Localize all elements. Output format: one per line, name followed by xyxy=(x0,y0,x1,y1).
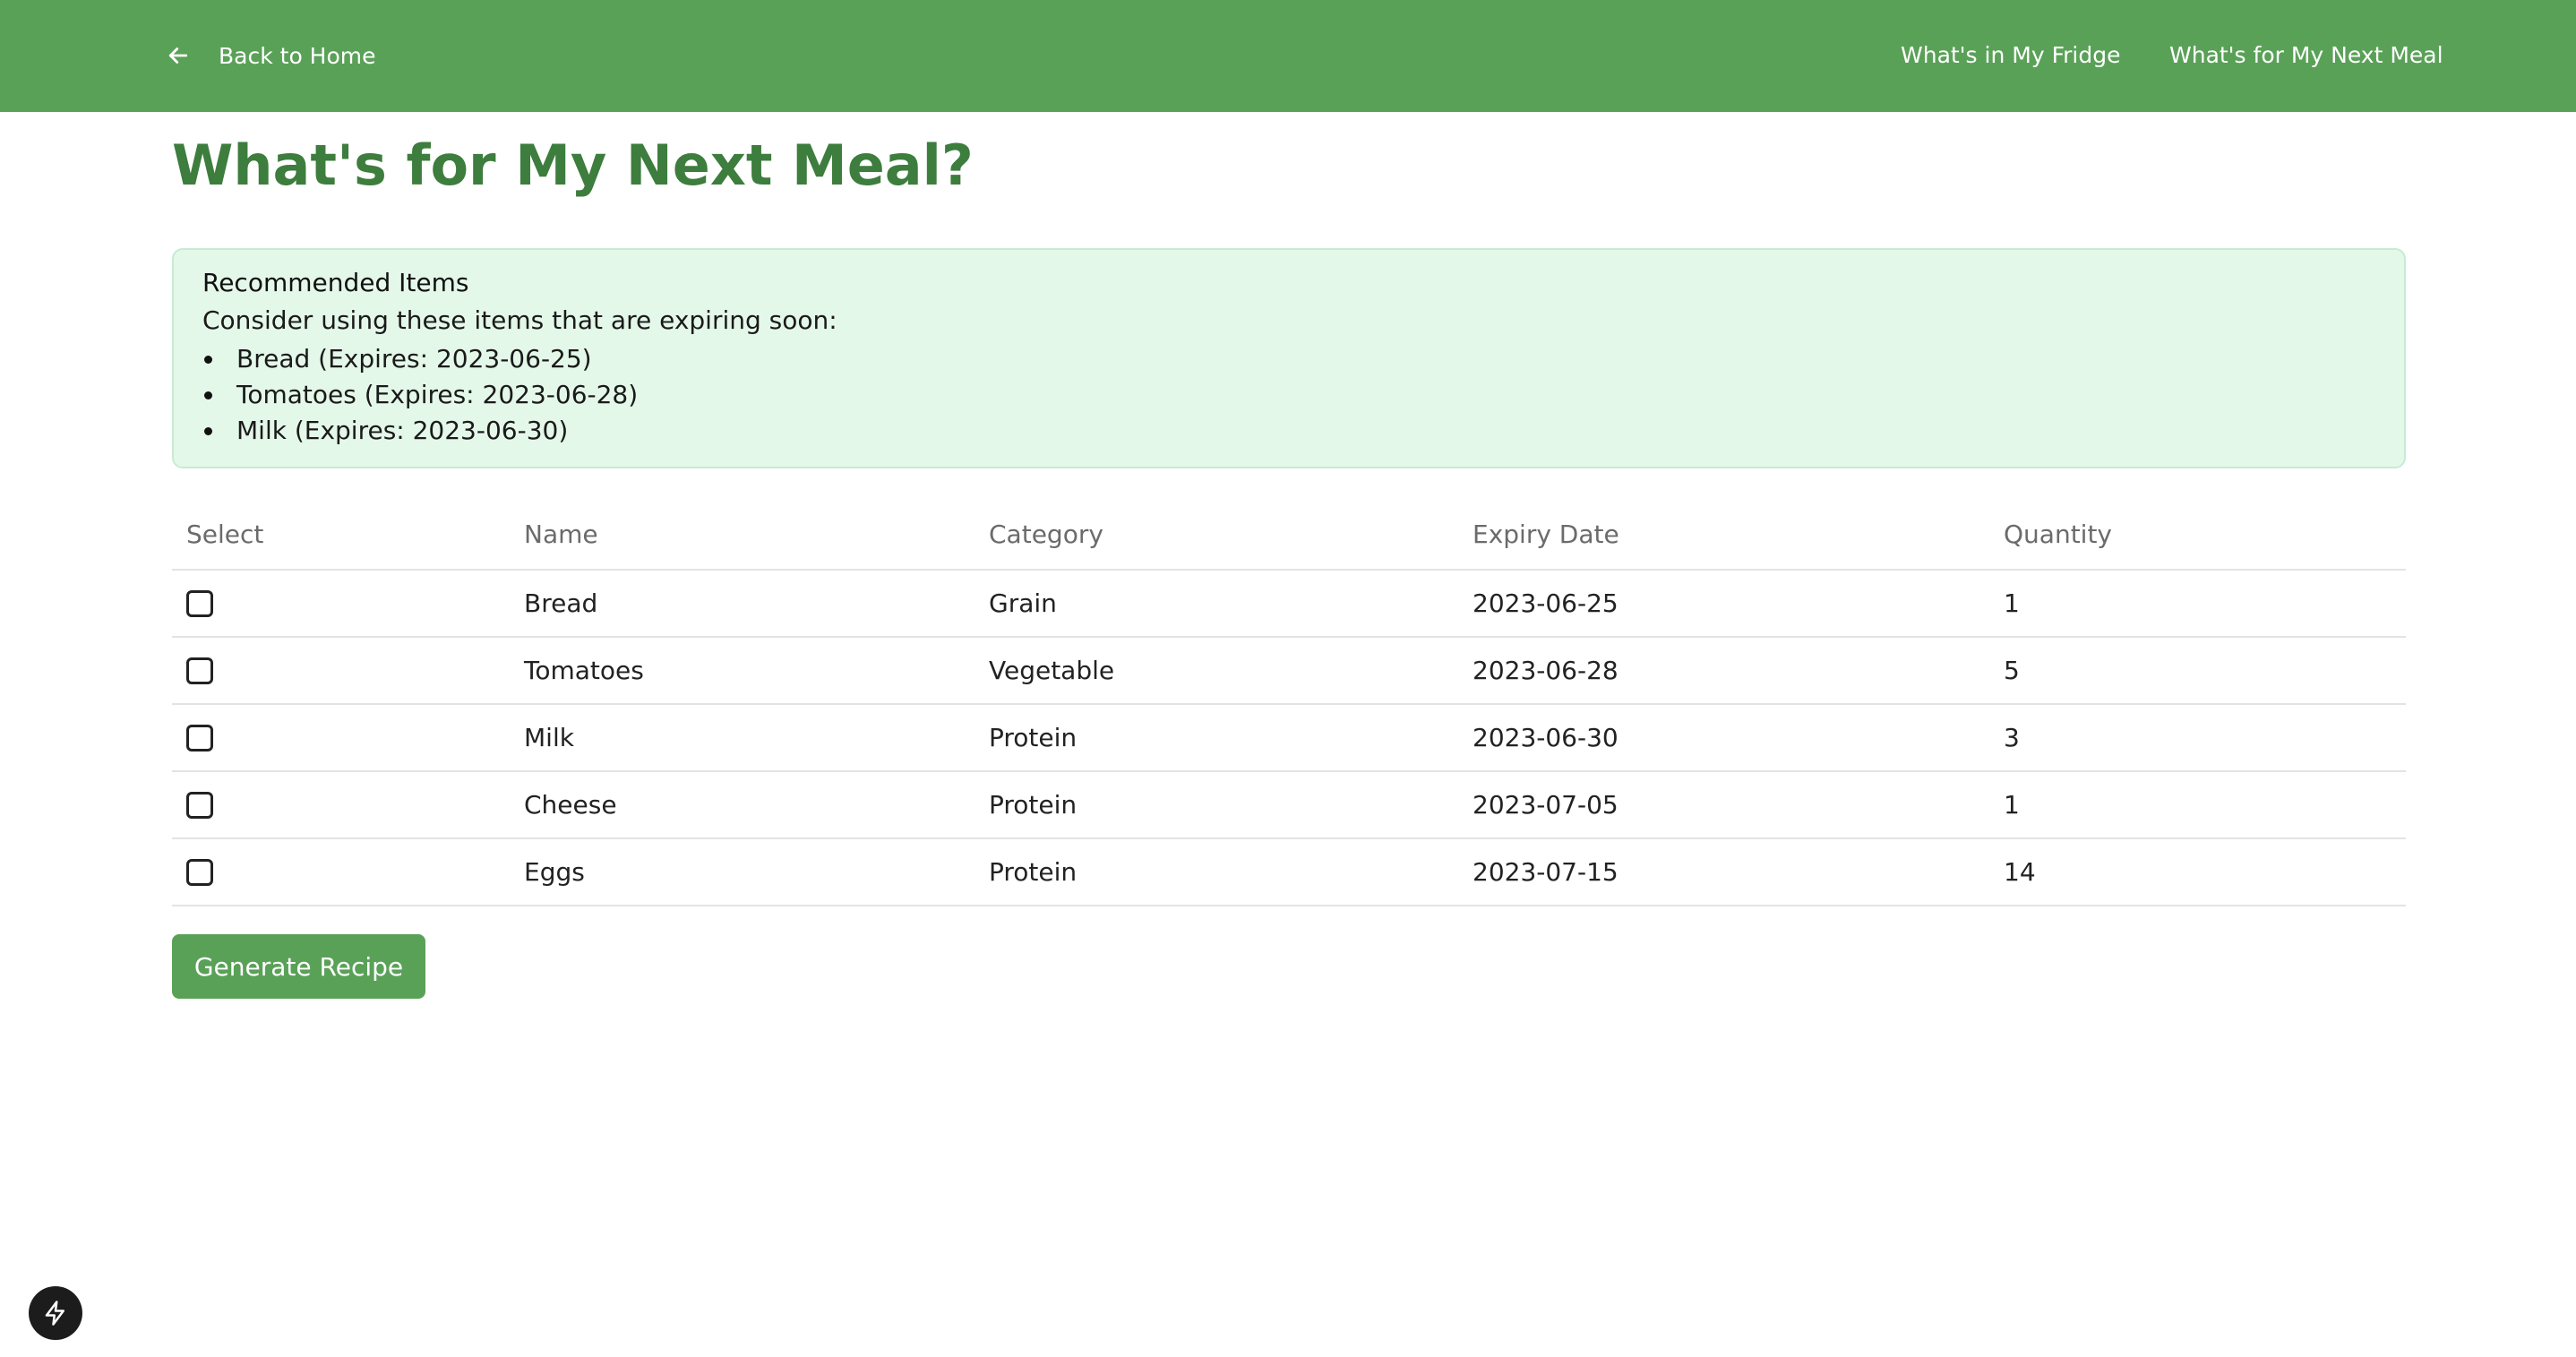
item-name: Tomatoes xyxy=(524,656,644,685)
select-checkbox[interactable] xyxy=(186,724,213,752)
item-expiry-date: 2023-06-25 xyxy=(1473,588,1619,618)
item-category: Grain xyxy=(989,588,1057,618)
column-header-select: Select xyxy=(186,520,264,549)
generate-recipe-button[interactable]: Generate Recipe xyxy=(172,934,425,999)
table-row: Milk Protein 2023-06-30 3 xyxy=(172,705,2406,772)
item-quantity: 3 xyxy=(2004,723,2020,752)
item-quantity: 1 xyxy=(2004,588,2020,618)
item-category: Protein xyxy=(989,723,1078,752)
item-name: Milk xyxy=(524,723,574,752)
select-checkbox[interactable] xyxy=(186,791,213,819)
recommended-item: Bread (Expires: 2023-06-25) xyxy=(202,341,638,377)
recommended-item-text: Tomatoes (Expires: 2023-06-28) xyxy=(236,380,639,409)
select-cell xyxy=(186,839,213,905)
table-row: Bread Grain 2023-06-25 1 xyxy=(172,571,2406,638)
recommended-items-panel: Recommended Items Consider using these i… xyxy=(172,248,2406,468)
column-header-name: Name xyxy=(524,520,598,549)
column-header-quantity: Quantity xyxy=(2004,520,2112,549)
item-quantity: 14 xyxy=(2004,857,2036,887)
item-expiry-date: 2023-06-30 xyxy=(1473,723,1619,752)
select-cell xyxy=(186,571,213,636)
recommended-items-list: Bread (Expires: 2023-06-25) Tomatoes (Ex… xyxy=(202,341,638,449)
back-to-home-link[interactable]: Back to Home xyxy=(165,36,376,75)
item-expiry-date: 2023-07-15 xyxy=(1473,857,1619,887)
recommended-item: Tomatoes (Expires: 2023-06-28) xyxy=(202,377,638,413)
recommended-items-description: Consider using these items that are expi… xyxy=(202,305,837,335)
bullet-icon xyxy=(204,391,212,399)
item-category: Protein xyxy=(989,857,1078,887)
recommended-item-text: Milk (Expires: 2023-06-30) xyxy=(236,416,569,445)
item-expiry-date: 2023-06-28 xyxy=(1473,656,1619,685)
dev-tools-button[interactable] xyxy=(29,1286,82,1340)
bullet-icon xyxy=(204,356,212,364)
table-row: Eggs Protein 2023-07-15 14 xyxy=(172,839,2406,906)
table-row: Cheese Protein 2023-07-05 1 xyxy=(172,772,2406,839)
select-cell xyxy=(186,705,213,770)
back-to-home-label: Back to Home xyxy=(219,42,376,69)
select-checkbox[interactable] xyxy=(186,657,213,684)
item-category: Vegetable xyxy=(989,656,1115,685)
fridge-items-table: Select Name Category Expiry Date Quantit… xyxy=(172,500,2406,906)
recommended-item: Milk (Expires: 2023-06-30) xyxy=(202,413,638,449)
select-checkbox[interactable] xyxy=(186,858,213,886)
item-name: Cheese xyxy=(524,790,617,820)
item-expiry-date: 2023-07-05 xyxy=(1473,790,1619,820)
recommended-items-title: Recommended Items xyxy=(202,268,469,297)
item-quantity: 5 xyxy=(2004,656,2020,685)
table-row: Tomatoes Vegetable 2023-06-28 5 xyxy=(172,638,2406,705)
select-checkbox[interactable] xyxy=(186,589,213,617)
item-name: Bread xyxy=(524,588,598,618)
top-nav-bar: Back to Home What's in My Fridge What's … xyxy=(0,0,2576,112)
column-header-expiry-date: Expiry Date xyxy=(1473,520,1619,549)
nav-link-whats-for-my-next-meal[interactable]: What's for My Next Meal xyxy=(2169,36,2443,75)
lightning-bolt-icon xyxy=(45,1301,64,1326)
nav-link-whats-in-my-fridge[interactable]: What's in My Fridge xyxy=(1901,36,2120,75)
column-header-category: Category xyxy=(989,520,1103,549)
item-category: Protein xyxy=(989,790,1078,820)
arrow-left-icon xyxy=(168,47,188,64)
recommended-item-text: Bread (Expires: 2023-06-25) xyxy=(236,344,592,374)
table-header-row: Select Name Category Expiry Date Quantit… xyxy=(172,500,2406,571)
bullet-icon xyxy=(204,427,212,435)
item-quantity: 1 xyxy=(2004,790,2020,820)
page-title: What's for My Next Meal? xyxy=(172,133,974,198)
item-name: Eggs xyxy=(524,857,585,887)
select-cell xyxy=(186,638,213,703)
select-cell xyxy=(186,772,213,837)
